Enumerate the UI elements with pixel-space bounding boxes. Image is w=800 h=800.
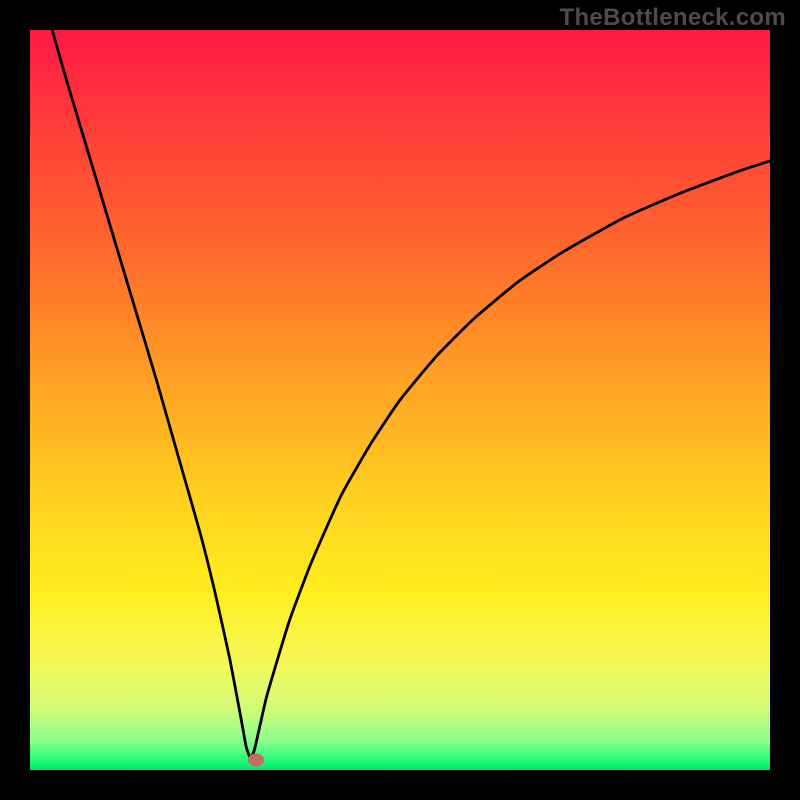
plot-area [30,30,770,770]
gradient-background [30,30,770,770]
watermark-text: TheBottleneck.com [560,4,786,32]
chart-container: TheBottleneck.com [0,0,800,800]
